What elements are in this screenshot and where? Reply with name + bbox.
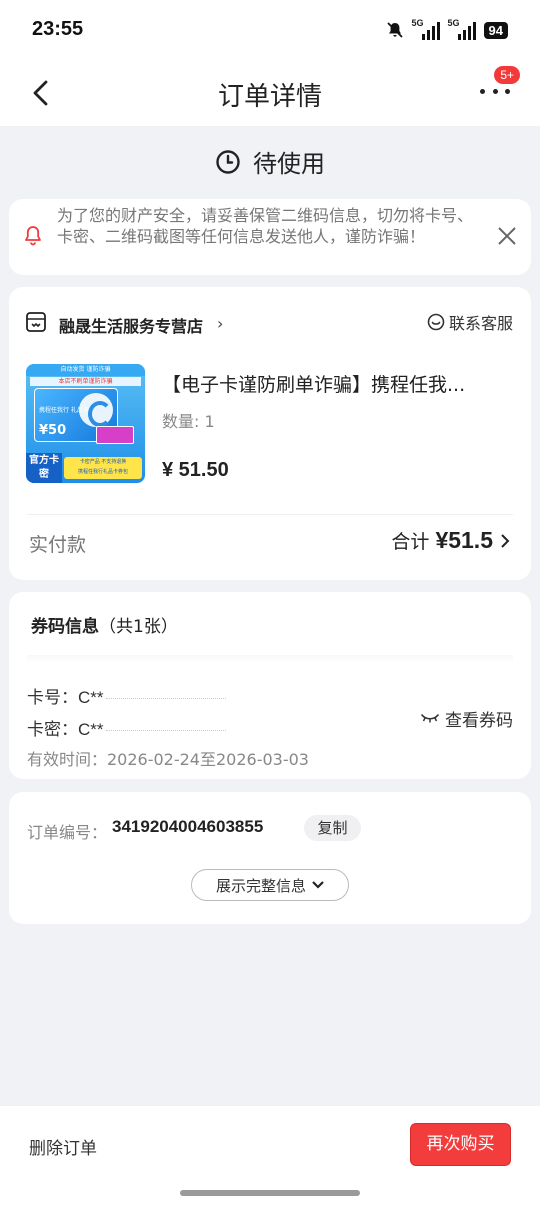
product-title[interactable]: 【电子卡谨防刷单诈骗】携程任我...: [162, 370, 507, 397]
product-card: 融晟生活服务专营店 › 联系客服 自动发货 谨防诈骗 本店不刷单谨防诈骗 携程任…: [9, 287, 531, 580]
shop-name[interactable]: 融晟生活服务专营店: [59, 313, 203, 337]
chevron-down-icon: [312, 881, 324, 889]
card-number-value: C**: [78, 688, 104, 707]
home-indicator[interactable]: [180, 1190, 360, 1196]
chevron-right-icon: ›: [217, 314, 224, 333]
order-number-label: 订单编号：: [27, 823, 108, 842]
show-full-info-button[interactable]: 展示完整信息: [191, 869, 349, 901]
signal-icon: 5G: [448, 18, 476, 40]
chevron-right-icon: [501, 533, 510, 548]
buy-again-button[interactable]: 再次购买: [410, 1123, 511, 1166]
signal-icon: 5G: [412, 18, 440, 40]
card-password-value: C**: [78, 720, 104, 739]
product-image[interactable]: 自动发货 谨防诈骗 本店不刷单谨防诈骗 携程任我行 礼品卡 ¥50 官方卡密 卡…: [26, 364, 145, 483]
clock-icon: [216, 149, 240, 174]
divider: [27, 655, 513, 663]
voucher-title: 券码信息（共1张）: [31, 617, 178, 637]
delete-order-button[interactable]: 删除订单: [29, 1134, 97, 1159]
status-bar: 23:55 5G 5G 94: [0, 0, 540, 60]
order-number: 3419204004603855: [112, 817, 264, 836]
battery-indicator: 94: [483, 21, 508, 39]
voucher-card: 券码信息（共1张） 卡号：C** 卡密：C** 查看券码 有效时间：2026-0…: [9, 592, 531, 779]
copy-button[interactable]: 复制: [304, 815, 361, 841]
page-title: 订单详情: [217, 82, 322, 112]
nav-bar: 订单详情 5+: [0, 60, 540, 126]
product-price: ¥ 51.50: [162, 459, 229, 481]
bell-icon: [25, 226, 41, 246]
contact-service-button[interactable]: 联系客服: [427, 310, 513, 334]
order-info-card: 订单编号： 3419204004603855 复制 展示完整信息: [9, 792, 531, 924]
view-code-button[interactable]: 查看券码: [421, 706, 513, 731]
closed-eye-icon: [421, 713, 439, 722]
customer-service-icon: [427, 313, 445, 331]
product-quantity: 数量: 1: [162, 412, 215, 431]
payment-total[interactable]: 合计 ¥51.5: [391, 527, 511, 554]
valid-period: 有效时间：2026-02-24至2026-03-03: [27, 750, 309, 769]
status-icons: 5G 5G 94: [386, 18, 508, 40]
notification-badge: 5+: [494, 66, 520, 84]
paid-label: 实付款: [29, 534, 87, 556]
contact-service-label: 联系客服: [448, 314, 513, 333]
status-time: 23:55: [32, 18, 84, 40]
more-menu-icon[interactable]: [480, 86, 510, 96]
card-number-row: 卡号：C**: [27, 683, 226, 708]
total-amount: ¥51.5: [435, 527, 493, 553]
order-status-text: 待使用: [253, 150, 325, 178]
order-status: 待使用: [0, 144, 540, 179]
divider: [27, 514, 513, 515]
warning-text: 为了您的财产安全，请妥善保管二维码信息，切勿将卡号、卡密、二维码截图等任何信息发…: [57, 206, 474, 246]
shop-icon: [26, 312, 46, 332]
bottom-bar: 删除订单 再次购买: [0, 1106, 540, 1206]
security-warning: 为了您的财产安全，请妥善保管二维码信息，切勿将卡号、卡密、二维码截图等任何信息发…: [9, 199, 531, 275]
card-password-row: 卡密：C**: [27, 715, 226, 740]
close-icon[interactable]: [497, 226, 517, 246]
mute-bell-icon: [386, 22, 403, 38]
